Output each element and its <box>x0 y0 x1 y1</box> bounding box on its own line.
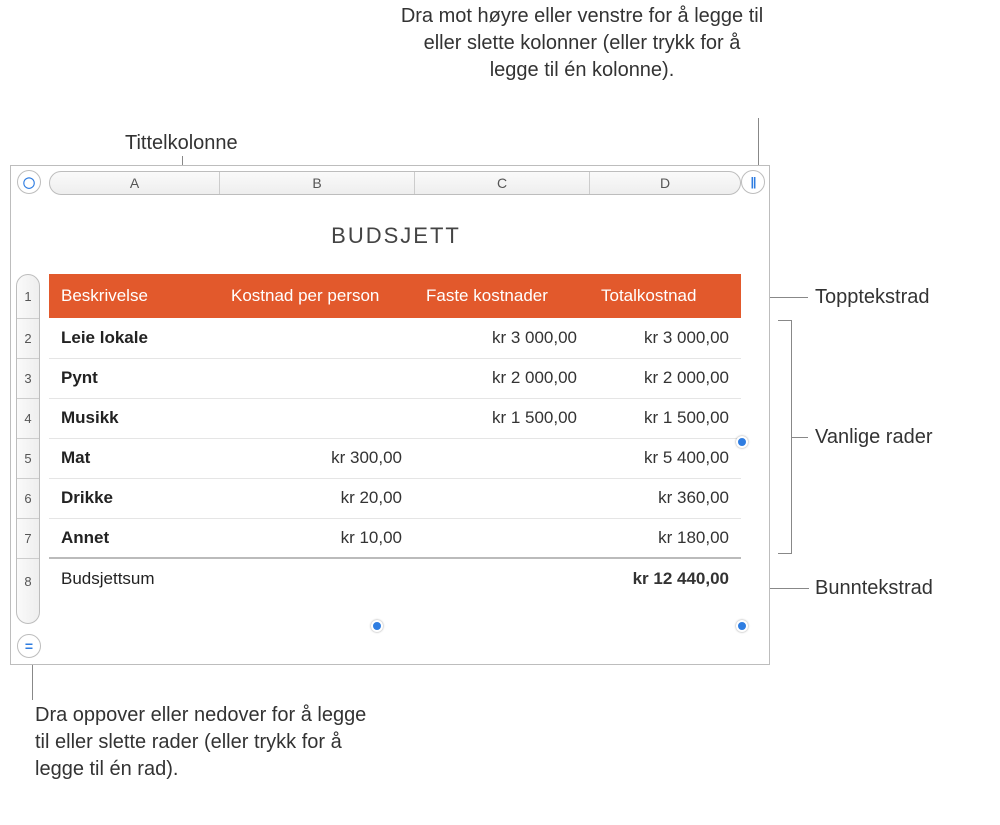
callout-footer-row: Bunntekstrad <box>815 575 933 602</box>
table-header-row: Beskrivelse Kostnad per person Faste kos… <box>49 274 741 318</box>
table-title[interactable]: BUDSJETT <box>51 211 741 261</box>
cell-per[interactable]: kr 10,00 <box>219 518 414 558</box>
cell-total[interactable]: kr 3 000,00 <box>589 318 741 358</box>
cell-fixed[interactable]: kr 2 000,00 <box>414 358 589 398</box>
row-header[interactable]: 1 <box>17 275 39 319</box>
circle-icon: ◯ <box>23 176 35 189</box>
header-desc[interactable]: Beskrivelse <box>49 274 219 318</box>
cell-total[interactable]: kr 180,00 <box>589 518 741 558</box>
footer-desc[interactable]: Budsjettsum <box>49 558 219 598</box>
footer-cell[interactable] <box>414 558 589 598</box>
header-per-person[interactable]: Kostnad per person <box>219 274 414 318</box>
table-row: Leie lokale kr 3 000,00 kr 3 000,00 <box>49 318 741 358</box>
callout-add-rows: Dra oppover eller nedover for å legge ti… <box>35 702 375 783</box>
cell-per[interactable] <box>219 398 414 438</box>
leader-line <box>32 660 33 700</box>
column-header[interactable]: B <box>220 172 415 194</box>
resize-handle-dot[interactable] <box>736 620 748 632</box>
table-row: Annet kr 10,00 kr 180,00 <box>49 518 741 558</box>
header-fixed[interactable]: Faste kostnader <box>414 274 589 318</box>
cell-total[interactable]: kr 5 400,00 <box>589 438 741 478</box>
table-row: Pynt kr 2 000,00 kr 2 000,00 <box>49 358 741 398</box>
cell-per[interactable]: kr 20,00 <box>219 478 414 518</box>
table-footer-row: Budsjettsum kr 12 440,00 <box>49 558 741 598</box>
table-row: Mat kr 300,00 kr 5 400,00 <box>49 438 741 478</box>
cell-fixed[interactable]: kr 1 500,00 <box>414 398 589 438</box>
column-header[interactable]: D <box>590 172 740 194</box>
cell-fixed[interactable]: kr 3 000,00 <box>414 318 589 358</box>
callout-title-column: Tittelkolonne <box>125 130 238 157</box>
bracket-body-rows <box>778 320 792 554</box>
cell-fixed[interactable] <box>414 478 589 518</box>
resize-handle-dot[interactable] <box>371 620 383 632</box>
callout-add-columns: Dra mot høyre eller venstre for å legge … <box>397 3 767 84</box>
row-header[interactable]: 3 <box>17 359 39 399</box>
table-select-handle[interactable]: ◯ <box>17 170 41 194</box>
cell-desc[interactable]: Drikke <box>49 478 219 518</box>
rows-icon: = <box>25 638 33 654</box>
leader-line <box>792 437 808 438</box>
add-column-handle[interactable]: || <box>741 170 765 194</box>
column-header-bar[interactable]: A B C D <box>49 171 741 195</box>
add-row-handle[interactable]: = <box>17 634 41 658</box>
columns-icon: || <box>751 175 756 189</box>
footer-cell[interactable] <box>219 558 414 598</box>
footer-total[interactable]: kr 12 440,00 <box>589 558 741 598</box>
cell-total[interactable]: kr 1 500,00 <box>589 398 741 438</box>
cell-desc[interactable]: Musikk <box>49 398 219 438</box>
table-row: Drikke kr 20,00 kr 360,00 <box>49 478 741 518</box>
cell-desc[interactable]: Pynt <box>49 358 219 398</box>
row-header[interactable]: 8 <box>17 559 39 603</box>
column-header[interactable]: A <box>50 172 220 194</box>
cell-desc[interactable]: Leie lokale <box>49 318 219 358</box>
cell-total[interactable]: kr 2 000,00 <box>589 358 741 398</box>
row-header[interactable]: 4 <box>17 399 39 439</box>
row-header[interactable]: 7 <box>17 519 39 559</box>
spreadsheet: ◯ || = A B C D BUDSJETT 1 2 3 4 5 6 7 8 <box>10 165 770 665</box>
table-grid: Beskrivelse Kostnad per person Faste kos… <box>49 274 741 598</box>
cell-fixed[interactable] <box>414 438 589 478</box>
leader-line <box>758 118 759 168</box>
cell-fixed[interactable] <box>414 518 589 558</box>
header-total[interactable]: Totalkostnad <box>589 274 741 318</box>
column-header[interactable]: C <box>415 172 590 194</box>
cell-desc[interactable]: Mat <box>49 438 219 478</box>
callout-header-row: Topptekstrad <box>815 284 930 311</box>
row-header[interactable]: 6 <box>17 479 39 519</box>
row-header[interactable]: 5 <box>17 439 39 479</box>
cell-per[interactable] <box>219 318 414 358</box>
cell-per[interactable]: kr 300,00 <box>219 438 414 478</box>
row-header-bar[interactable]: 1 2 3 4 5 6 7 8 <box>16 274 40 624</box>
cell-per[interactable] <box>219 358 414 398</box>
callout-body-rows: Vanlige rader <box>815 424 932 451</box>
cell-total[interactable]: kr 360,00 <box>589 478 741 518</box>
resize-handle-dot[interactable] <box>736 436 748 448</box>
cell-desc[interactable]: Annet <box>49 518 219 558</box>
table-row: Musikk kr 1 500,00 kr 1 500,00 <box>49 398 741 438</box>
row-header[interactable]: 2 <box>17 319 39 359</box>
